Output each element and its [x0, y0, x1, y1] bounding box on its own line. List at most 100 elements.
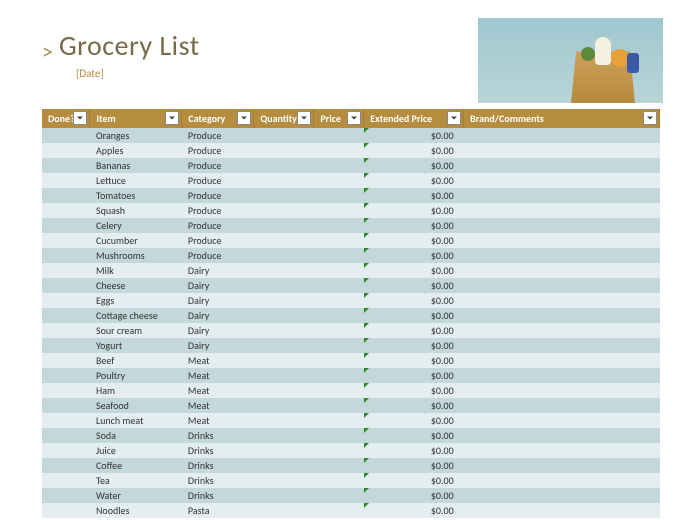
cell-price[interactable] [314, 323, 364, 338]
cell-price[interactable] [314, 443, 364, 458]
cell-done[interactable] [42, 308, 90, 323]
cell-category[interactable]: Dairy [182, 293, 254, 308]
cell-done[interactable] [42, 353, 90, 368]
cell-price[interactable] [314, 203, 364, 218]
cell-category[interactable]: Drinks [182, 473, 254, 488]
cell-brand[interactable] [464, 368, 660, 383]
cell-brand[interactable] [464, 293, 660, 308]
cell-brand[interactable] [464, 443, 660, 458]
table-row[interactable]: HamMeat$0.00 [42, 383, 660, 398]
cell-extended-price[interactable]: $0.00 [364, 398, 464, 413]
table-row[interactable]: NoodlesPasta$0.00 [42, 503, 660, 518]
filter-dropdown-icon[interactable] [447, 111, 461, 125]
cell-item[interactable]: Cucumber [90, 233, 182, 248]
cell-quantity[interactable] [254, 398, 314, 413]
cell-item[interactable]: Juice [90, 443, 182, 458]
cell-quantity[interactable] [254, 278, 314, 293]
cell-quantity[interactable] [254, 248, 314, 263]
cell-category[interactable]: Pasta [182, 503, 254, 518]
cell-quantity[interactable] [254, 473, 314, 488]
cell-category[interactable]: Dairy [182, 278, 254, 293]
cell-price[interactable] [314, 188, 364, 203]
cell-done[interactable] [42, 383, 90, 398]
filter-dropdown-icon[interactable] [237, 111, 251, 125]
table-row[interactable]: CeleryProduce$0.00 [42, 218, 660, 233]
cell-quantity[interactable] [254, 458, 314, 473]
table-row[interactable]: SodaDrinks$0.00 [42, 428, 660, 443]
cell-item[interactable]: Noodles [90, 503, 182, 518]
cell-brand[interactable] [464, 143, 660, 158]
table-row[interactable]: LettuceProduce$0.00 [42, 173, 660, 188]
cell-done[interactable] [42, 428, 90, 443]
cell-price[interactable] [314, 398, 364, 413]
cell-price[interactable] [314, 413, 364, 428]
cell-price[interactable] [314, 248, 364, 263]
cell-done[interactable] [42, 503, 90, 518]
filter-dropdown-icon[interactable] [165, 111, 179, 125]
table-row[interactable]: MilkDairy$0.00 [42, 263, 660, 278]
table-row[interactable]: Lunch meatMeat $0.00 [42, 413, 660, 428]
cell-item[interactable]: Ham [90, 383, 182, 398]
cell-price[interactable] [314, 233, 364, 248]
cell-price[interactable] [314, 263, 364, 278]
cell-extended-price[interactable]: $0.00 [364, 218, 464, 233]
cell-price[interactable] [314, 158, 364, 173]
cell-done[interactable] [42, 473, 90, 488]
cell-category[interactable]: Meat [182, 398, 254, 413]
cell-category[interactable]: Meat [182, 413, 254, 428]
cell-quantity[interactable] [254, 503, 314, 518]
column-header-item[interactable]: Item [90, 109, 182, 128]
cell-item[interactable]: Seafood [90, 398, 182, 413]
cell-brand[interactable] [464, 128, 660, 143]
cell-quantity[interactable] [254, 128, 314, 143]
cell-quantity[interactable] [254, 428, 314, 443]
cell-quantity[interactable] [254, 263, 314, 278]
cell-extended-price[interactable]: $0.00 [364, 173, 464, 188]
cell-price[interactable] [314, 473, 364, 488]
cell-extended-price[interactable]: $0.00 [364, 203, 464, 218]
cell-category[interactable]: Dairy [182, 323, 254, 338]
table-row[interactable]: ApplesProduce$0.00 [42, 143, 660, 158]
cell-quantity[interactable] [254, 203, 314, 218]
table-row[interactable]: CoffeeDrinks$0.00 [42, 458, 660, 473]
cell-done[interactable] [42, 278, 90, 293]
cell-quantity[interactable] [254, 293, 314, 308]
cell-quantity[interactable] [254, 323, 314, 338]
cell-brand[interactable] [464, 458, 660, 473]
cell-brand[interactable] [464, 278, 660, 293]
cell-done[interactable] [42, 398, 90, 413]
cell-done[interactable] [42, 143, 90, 158]
cell-item[interactable]: Eggs [90, 293, 182, 308]
cell-category[interactable]: Produce [182, 218, 254, 233]
cell-item[interactable]: Beef [90, 353, 182, 368]
cell-item[interactable]: Oranges [90, 128, 182, 143]
cell-item[interactable]: Bananas [90, 158, 182, 173]
column-header-extended[interactable]: Extended Price [364, 109, 464, 128]
cell-item[interactable]: Mushrooms [90, 248, 182, 263]
cell-item[interactable]: Apples [90, 143, 182, 158]
column-header-quantity[interactable]: Quantity [254, 109, 314, 128]
cell-item[interactable]: Squash [90, 203, 182, 218]
cell-price[interactable] [314, 383, 364, 398]
cell-quantity[interactable] [254, 158, 314, 173]
cell-item[interactable]: Lunch meat [90, 413, 182, 428]
cell-brand[interactable] [464, 248, 660, 263]
cell-price[interactable] [314, 293, 364, 308]
cell-extended-price[interactable]: $0.00 [364, 293, 464, 308]
cell-category[interactable]: Dairy [182, 308, 254, 323]
cell-category[interactable]: Produce [182, 128, 254, 143]
cell-done[interactable] [42, 488, 90, 503]
cell-item[interactable]: Cottage cheese [90, 308, 182, 323]
cell-brand[interactable] [464, 398, 660, 413]
cell-quantity[interactable] [254, 368, 314, 383]
cell-done[interactable] [42, 173, 90, 188]
cell-quantity[interactable] [254, 173, 314, 188]
cell-extended-price[interactable]: $0.00 [364, 413, 464, 428]
date-placeholder[interactable]: [Date] [76, 67, 200, 80]
cell-done[interactable] [42, 188, 90, 203]
cell-brand[interactable] [464, 488, 660, 503]
cell-quantity[interactable] [254, 308, 314, 323]
cell-extended-price[interactable]: $0.00 [364, 338, 464, 353]
cell-brand[interactable] [464, 188, 660, 203]
column-header-done[interactable]: Done? [42, 109, 90, 128]
